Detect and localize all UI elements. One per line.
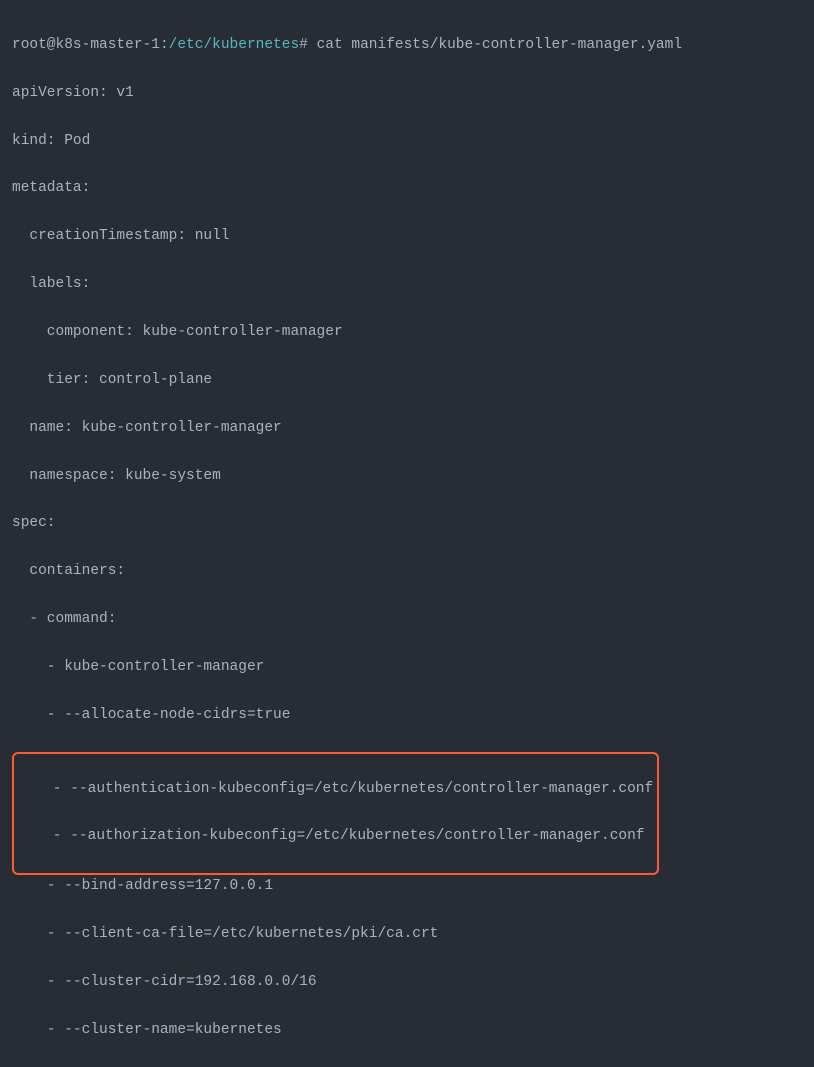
highlighted-config-lines: - --authentication-kubeconfig=/etc/kuber… xyxy=(12,752,659,876)
yaml-line-labels: labels: xyxy=(12,273,802,297)
yaml-line-spec: spec: xyxy=(12,512,802,536)
terminal-output: root@k8s-master-1:/etc/kubernetes# cat m… xyxy=(12,10,802,1067)
yaml-line-apiversion: apiVersion: v1 xyxy=(12,82,802,106)
yaml-line-kind: kind: Pod xyxy=(12,130,802,154)
yaml-line-metadata: metadata: xyxy=(12,177,802,201)
yaml-line-cmd6: - --client-ca-file=/etc/kubernetes/pki/c… xyxy=(12,923,802,947)
command-text: cat manifests/kube-controller-manager.ya… xyxy=(317,37,682,53)
yaml-line-cmd4: - --authorization-kubeconfig=/etc/kubern… xyxy=(18,825,653,849)
prompt-separator: : xyxy=(160,37,169,53)
yaml-line-containers: containers: xyxy=(12,560,802,584)
yaml-line-name: name: kube-controller-manager xyxy=(12,417,802,441)
yaml-line-cmd2: - --allocate-node-cidrs=true xyxy=(12,704,802,728)
prompt-line[interactable]: root@k8s-master-1:/etc/kubernetes# cat m… xyxy=(12,34,802,58)
yaml-line-creationtimestamp: creationTimestamp: null xyxy=(12,225,802,249)
prompt-symbol: # xyxy=(299,37,308,53)
yaml-line-cmd1: - kube-controller-manager xyxy=(12,656,802,680)
yaml-line-cmd8: - --cluster-name=kubernetes xyxy=(12,1019,802,1043)
prompt-user: root@k8s-master-1 xyxy=(12,37,160,53)
yaml-line-namespace: namespace: kube-system xyxy=(12,465,802,489)
yaml-line-cmd3: - --authentication-kubeconfig=/etc/kuber… xyxy=(18,778,653,802)
yaml-line-command: - command: xyxy=(12,608,802,632)
yaml-line-cmd7: - --cluster-cidr=192.168.0.0/16 xyxy=(12,971,802,995)
prompt-path: /etc/kubernetes xyxy=(169,37,300,53)
yaml-line-tier: tier: control-plane xyxy=(12,369,802,393)
yaml-line-component: component: kube-controller-manager xyxy=(12,321,802,345)
yaml-line-cmd5: - --bind-address=127.0.0.1 xyxy=(12,875,802,899)
